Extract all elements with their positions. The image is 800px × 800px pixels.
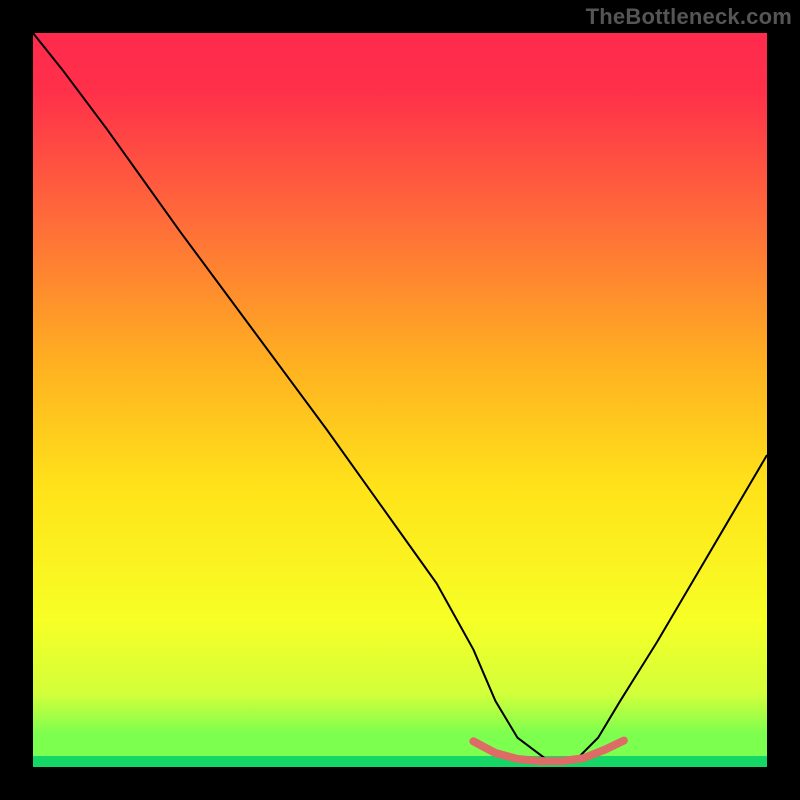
gradient-background (33, 33, 767, 767)
bottom-stripes (33, 734, 767, 767)
chart-container: TheBottleneck.com (0, 0, 800, 800)
watermark-label: TheBottleneck.com (586, 4, 792, 30)
bottleneck-chart (33, 33, 767, 767)
